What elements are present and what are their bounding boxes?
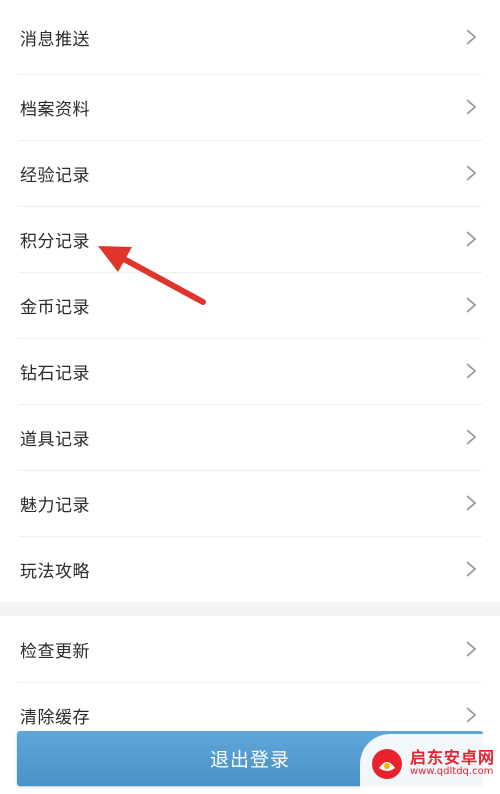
menu-item-label: 钻石记录 <box>20 363 90 384</box>
chevron-right-icon <box>464 295 478 315</box>
menu-item-message-push[interactable]: 消息推送 <box>0 0 500 74</box>
watermark-text: 启东安卓网 www.qdltdq.com <box>410 750 495 777</box>
menu-group-primary: 消息推送 档案资料 经验记录 积分记录 金币记录 钻石记录 道具记录 魅力记录 … <box>0 0 500 602</box>
chevron-right-icon <box>464 361 478 381</box>
chevron-right-icon <box>464 427 478 447</box>
menu-item-label: 积分记录 <box>20 231 90 252</box>
chevron-right-icon <box>464 639 478 659</box>
chevron-right-icon <box>464 229 478 249</box>
chevron-right-icon <box>464 163 478 183</box>
watermark-logo-icon <box>372 749 402 779</box>
watermark-title: 启东安卓网 <box>410 748 496 768</box>
menu-item-item-record[interactable]: 道具记录 <box>0 404 500 470</box>
chevron-right-icon <box>464 493 478 513</box>
menu-item-label: 档案资料 <box>20 99 90 120</box>
menu-item-experience-record[interactable]: 经验记录 <box>0 140 500 206</box>
menu-item-points-record[interactable]: 积分记录 <box>0 206 500 272</box>
menu-item-label: 道具记录 <box>20 429 90 450</box>
menu-item-label: 金币记录 <box>20 297 90 318</box>
menu-item-label: 经验记录 <box>20 165 90 186</box>
chevron-right-icon <box>464 559 478 579</box>
menu-item-label: 清除缓存 <box>20 707 90 728</box>
group-divider <box>0 602 500 616</box>
watermark: 启东安卓网 www.qdltdq.com <box>360 734 500 794</box>
menu-item-gold-record[interactable]: 金币记录 <box>0 272 500 338</box>
menu-item-gameplay-guide[interactable]: 玩法攻略 <box>0 536 500 602</box>
menu-item-label: 检查更新 <box>20 641 90 662</box>
chevron-right-icon <box>464 27 478 47</box>
menu-group-secondary: 检查更新 清除缓存 <box>0 616 500 742</box>
menu-item-label: 消息推送 <box>20 29 90 50</box>
menu-item-diamond-record[interactable]: 钻石记录 <box>0 338 500 404</box>
chevron-right-icon <box>464 97 478 117</box>
chevron-right-icon <box>464 705 478 725</box>
logout-button-label: 退出登录 <box>209 749 290 771</box>
menu-item-label: 魅力记录 <box>20 495 90 516</box>
menu-item-charm-record[interactable]: 魅力记录 <box>0 470 500 536</box>
menu-item-label: 玩法攻略 <box>20 561 90 582</box>
menu-item-profile[interactable]: 档案资料 <box>0 74 500 140</box>
settings-screen: 消息推送 档案资料 经验记录 积分记录 金币记录 钻石记录 道具记录 魅力记录 … <box>0 0 500 794</box>
watermark-url: www.qdltdq.com <box>410 766 494 778</box>
menu-item-check-update[interactable]: 检查更新 <box>0 616 500 682</box>
